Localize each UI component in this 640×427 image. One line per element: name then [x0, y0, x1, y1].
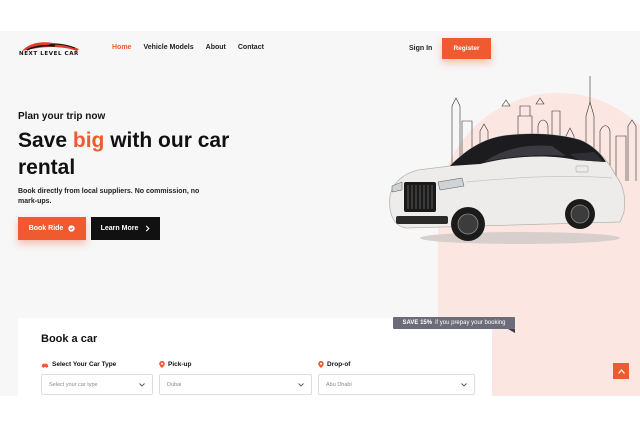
- browser-frame: NEXT LEVEL CAR Home Vehicle Models About…: [0, 0, 640, 427]
- location-pin-icon: [159, 361, 165, 368]
- pick-up-label: Pick-up: [159, 361, 191, 368]
- car-image: [389, 133, 626, 244]
- learn-more-button[interactable]: Learn More: [91, 217, 160, 240]
- save-discount-badge: SAVE 15% if you prepay your booking: [393, 317, 515, 329]
- headline-highlight: big: [72, 129, 105, 152]
- pick-up-select[interactable]: Dubai: [159, 374, 312, 395]
- pick-up-label-text: Pick-up: [168, 361, 192, 368]
- location-pin-icon: [318, 361, 324, 368]
- sign-in-link[interactable]: Sign In: [409, 45, 432, 52]
- save-badge-amount: SAVE 15%: [402, 320, 433, 326]
- book-a-car-title: Book a car: [41, 333, 98, 345]
- hero-eyebrow: Plan your trip now: [18, 111, 106, 122]
- check-circle-icon: [68, 225, 75, 232]
- hero-headline: Save big with our car rental: [18, 127, 258, 181]
- nav-about-link[interactable]: About: [206, 44, 226, 51]
- hero-subtext: Book directly from local suppliers. No c…: [18, 188, 200, 205]
- nav-contact-link[interactable]: Contact: [238, 44, 264, 51]
- pick-up-value: Dubai: [167, 381, 182, 388]
- drop-off-label-text: Drop-of: [327, 361, 351, 368]
- car-type-label-text: Select Your Car Type: [52, 361, 117, 368]
- scroll-to-top-button[interactable]: [613, 363, 629, 379]
- nav-home-link[interactable]: Home: [112, 44, 131, 51]
- chevron-down-icon: [461, 382, 467, 387]
- main-nav: Home Vehicle Models About Contact: [112, 44, 264, 51]
- nav-vehicle-models-link[interactable]: Vehicle Models: [143, 44, 193, 51]
- save-badge-text: if you prepay your booking: [435, 320, 506, 326]
- page: NEXT LEVEL CAR Home Vehicle Models About…: [0, 31, 640, 396]
- drop-off-select[interactable]: Abu Dhabi: [318, 374, 475, 395]
- car-icon: [41, 363, 49, 368]
- register-button[interactable]: Register: [442, 38, 491, 59]
- book-ride-label: Book Ride: [28, 225, 64, 232]
- learn-more-label: Learn More: [100, 225, 139, 232]
- chevron-right-icon: [146, 225, 150, 232]
- drop-off-label: Drop-of: [318, 361, 350, 368]
- car-type-value: Select your car type: [49, 381, 98, 388]
- chevron-down-icon: [298, 382, 304, 387]
- car-type-label: Select Your Car Type: [41, 361, 116, 368]
- chevron-up-icon: [617, 368, 625, 374]
- car-type-select[interactable]: Select your car type: [41, 374, 153, 395]
- headline-part-1: Save: [18, 129, 73, 152]
- brand-logo-text: NEXT LEVEL CAR: [19, 51, 79, 57]
- book-ride-button[interactable]: Book Ride: [18, 217, 86, 240]
- chevron-down-icon: [139, 382, 145, 387]
- drop-off-value: Abu Dhabi: [326, 381, 352, 388]
